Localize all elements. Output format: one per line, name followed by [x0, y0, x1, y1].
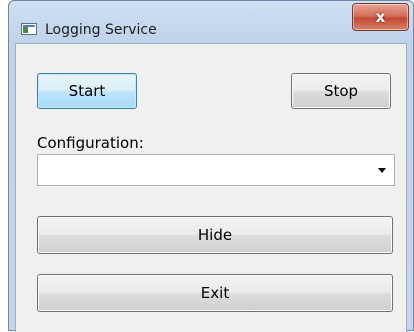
stop-button[interactable]: Stop [291, 73, 391, 109]
exit-button[interactable]: Exit [37, 274, 393, 312]
client-area: Start Stop Configuration: Hide Exit [15, 43, 407, 332]
window-title: Logging Service [45, 22, 157, 38]
close-icon: x [375, 8, 386, 26]
logging-service-window: Logging Service x Start Stop Configurati… [8, 0, 414, 332]
configuration-label: Configuration: [37, 134, 144, 152]
chevron-down-icon[interactable] [378, 168, 386, 173]
hide-button[interactable]: Hide [37, 216, 393, 254]
app-window-icon [21, 23, 37, 35]
close-button[interactable]: x [352, 3, 409, 31]
start-button[interactable]: Start [37, 73, 137, 109]
title-bar[interactable]: Logging Service x [9, 1, 413, 41]
configuration-dropdown[interactable] [37, 154, 395, 186]
